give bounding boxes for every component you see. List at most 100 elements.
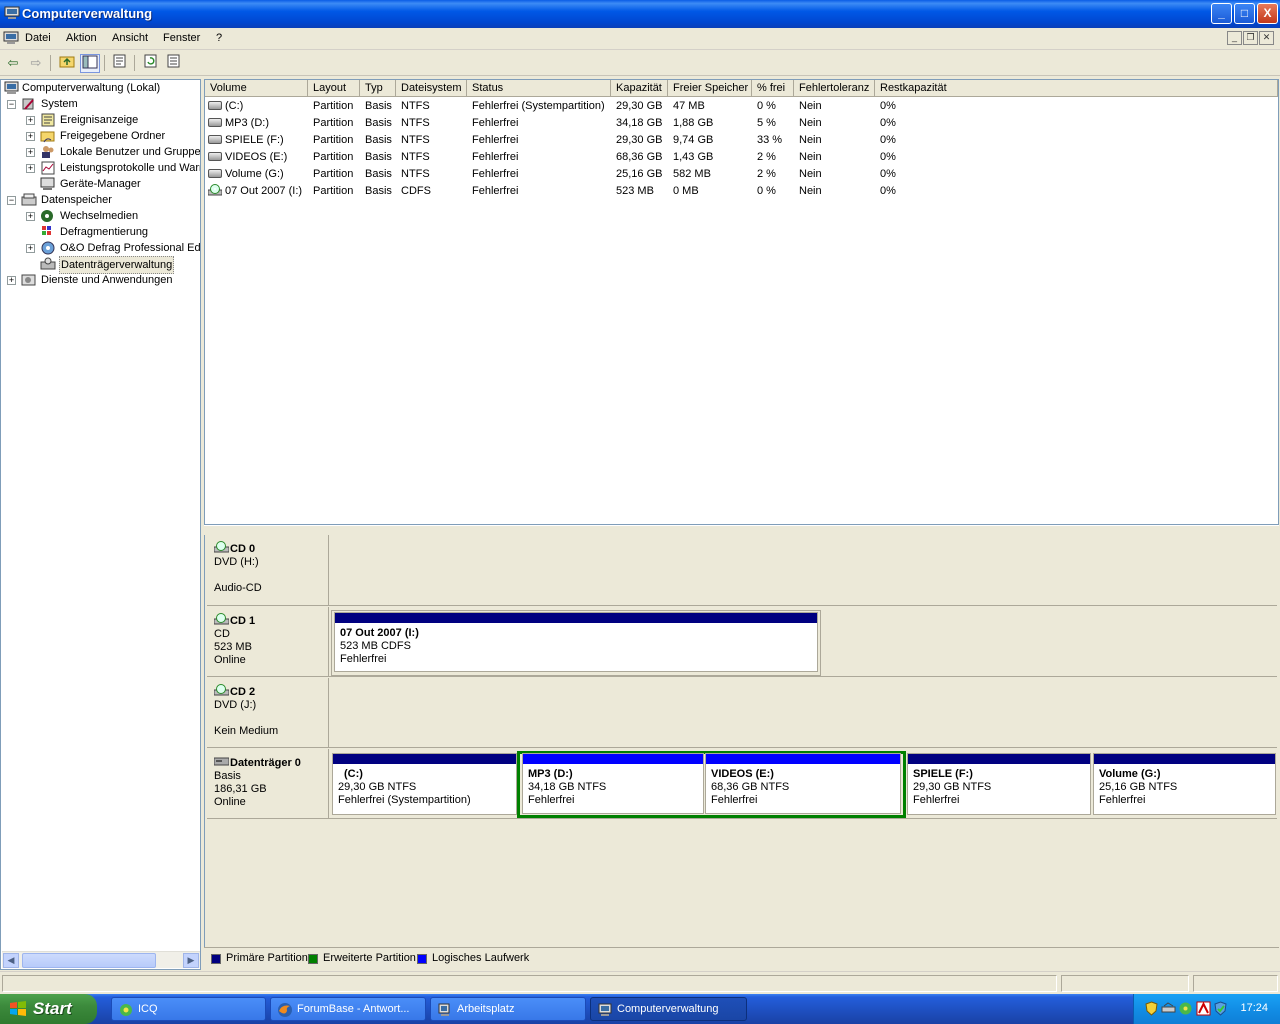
scroll-thumb[interactable] bbox=[22, 953, 156, 968]
disk-info[interactable]: CD 0 DVD (H:) Audio-CD bbox=[207, 535, 329, 605]
cell-capacity: 29,30 GB bbox=[616, 134, 663, 146]
menu-datei[interactable]: Datei bbox=[25, 32, 51, 44]
icq-tray-icon[interactable] bbox=[1178, 1001, 1193, 1016]
network-drive-icon[interactable] bbox=[1161, 1001, 1176, 1016]
taskbar-item-forumbase[interactable]: ForumBase - Antwort... bbox=[270, 997, 426, 1021]
taskbar-label: ICQ bbox=[138, 1003, 158, 1015]
child-close-button[interactable]: ✕ bbox=[1259, 31, 1274, 45]
collapse-icon[interactable]: − bbox=[7, 100, 16, 109]
cell-overhead: 0% bbox=[880, 134, 896, 146]
col-percent-free[interactable]: % frei bbox=[752, 80, 794, 97]
maximize-button[interactable]: □ bbox=[1234, 3, 1255, 24]
col-capacity[interactable]: Kapazität bbox=[611, 80, 668, 97]
toolbar-separator bbox=[104, 55, 105, 71]
menu-fenster[interactable]: Fenster bbox=[163, 32, 200, 44]
cell-filesystem: NTFS bbox=[401, 100, 430, 112]
cell-fault-tolerance: Nein bbox=[799, 151, 822, 163]
expand-icon[interactable]: + bbox=[26, 132, 35, 141]
hard-drive-icon bbox=[208, 135, 222, 144]
volume-d[interactable]: MP3 (D:) 34,18 GB NTFS Fehlerfrei bbox=[522, 753, 704, 814]
expand-icon[interactable]: + bbox=[26, 244, 35, 253]
disk-row-disk0[interactable]: Datenträger 0 Basis 186,31 GB Online (C:… bbox=[207, 749, 1277, 819]
cell-fault-tolerance: Nein bbox=[799, 100, 822, 112]
expand-icon[interactable]: + bbox=[26, 212, 35, 221]
table-row[interactable]: MP3 (D:) Partition Basis NTFS Fehlerfrei… bbox=[205, 115, 1278, 132]
expand-icon[interactable]: + bbox=[26, 164, 35, 173]
child-minimize-button[interactable]: _ bbox=[1227, 31, 1242, 45]
taskbar-item-my-computer[interactable]: Arbeitsplatz bbox=[430, 997, 586, 1021]
show-hide-tree-icon[interactable] bbox=[80, 54, 100, 73]
console-tree[interactable]: Computerverwaltung (Lokal) − System + Er… bbox=[0, 79, 201, 970]
disk-row-cd1[interactable]: CD 1 CD 523 MB Online 07 Out 2007 (I:) 5… bbox=[207, 607, 1277, 677]
tree-horizontal-scrollbar[interactable]: ◀ ▶ bbox=[2, 951, 200, 968]
antivirus-icon[interactable] bbox=[1196, 1001, 1211, 1016]
volume-e[interactable]: VIDEOS (E:) 68,36 GB NTFS Fehlerfrei bbox=[705, 753, 901, 814]
col-layout[interactable]: Layout bbox=[308, 80, 360, 97]
volume-title: 07 Out 2007 (I:) bbox=[340, 627, 419, 639]
volume-f[interactable]: SPIELE (F:) 29,30 GB NTFS Fehlerfrei bbox=[907, 753, 1091, 815]
collapse-icon[interactable]: − bbox=[7, 196, 16, 205]
table-row[interactable]: 07 Out 2007 (I:) Partition Basis CDFS Fe… bbox=[205, 183, 1278, 200]
tree-label: Freigegebene Ordner bbox=[60, 130, 166, 142]
volume-c[interactable]: (C:) 29,30 GB NTFS Fehlerfrei (Systempar… bbox=[332, 753, 517, 815]
clock[interactable]: 17:24 bbox=[1240, 1002, 1268, 1014]
volume-i[interactable]: 07 Out 2007 (I:) 523 MB CDFS Fehlerfrei bbox=[334, 612, 818, 672]
disk-info[interactable]: CD 1 CD 523 MB Online bbox=[207, 607, 329, 676]
scroll-left-icon[interactable]: ◀ bbox=[3, 953, 19, 968]
refresh-icon[interactable] bbox=[141, 54, 161, 73]
volume-title: SPIELE (F:) bbox=[913, 768, 973, 780]
taskbar-label: Computerverwaltung bbox=[617, 1003, 719, 1015]
table-row[interactable]: (C:) Partition Basis NTFS Fehlerfrei (Sy… bbox=[205, 98, 1278, 115]
table-row[interactable]: VIDEOS (E:) Partition Basis NTFS Fehlerf… bbox=[205, 149, 1278, 166]
forward-icon[interactable]: ⇨ bbox=[26, 54, 46, 73]
up-folder-icon[interactable] bbox=[57, 54, 77, 73]
pane-splitter[interactable] bbox=[204, 525, 1279, 535]
menu-ansicht[interactable]: Ansicht bbox=[112, 32, 148, 44]
volume-g[interactable]: Volume (G:) 25,16 GB NTFS Fehlerfrei bbox=[1093, 753, 1276, 815]
volume-title: Volume (G:) bbox=[1099, 768, 1161, 780]
table-row[interactable]: Volume (G:) Partition Basis NTFS Fehlerf… bbox=[205, 166, 1278, 183]
menu-aktion[interactable]: Aktion bbox=[66, 32, 97, 44]
properties-icon[interactable] bbox=[110, 54, 130, 73]
taskbar-item-computer-management[interactable]: Computerverwaltung bbox=[590, 997, 747, 1021]
hard-drive-icon bbox=[208, 101, 222, 110]
hard-drive-icon bbox=[208, 169, 222, 178]
col-free-space[interactable]: Freier Speicher bbox=[668, 80, 752, 97]
disk-size bbox=[214, 569, 328, 582]
col-status[interactable]: Status bbox=[467, 80, 611, 97]
volume-size: 29,30 GB NTFS bbox=[338, 781, 417, 793]
disk-info[interactable]: Datenträger 0 Basis 186,31 GB Online bbox=[207, 749, 329, 818]
disk-info[interactable]: CD 2 DVD (J:) Kein Medium bbox=[207, 678, 329, 747]
col-fault-tolerance[interactable]: Fehlertoleranz bbox=[794, 80, 875, 97]
back-icon[interactable]: ⇦ bbox=[3, 54, 23, 73]
table-row[interactable]: SPIELE (F:) Partition Basis NTFS Fehlerf… bbox=[205, 132, 1278, 149]
export-list-icon[interactable] bbox=[164, 54, 184, 73]
disk-row-cd0[interactable]: CD 0 DVD (H:) Audio-CD bbox=[207, 535, 1277, 606]
update-icon[interactable] bbox=[1213, 1001, 1228, 1016]
minimize-button[interactable]: _ bbox=[1211, 3, 1232, 24]
title-bar[interactable]: Computerverwaltung _ □ X bbox=[0, 0, 1280, 28]
volume-list[interactable]: Volume Layout Typ Dateisystem Status Kap… bbox=[204, 79, 1279, 525]
tree-label: Dienste und Anwendungen bbox=[41, 274, 173, 286]
cell-percent-free: 2 % bbox=[757, 151, 776, 163]
taskbar-item-icq[interactable]: ICQ bbox=[111, 997, 266, 1021]
col-type[interactable]: Typ bbox=[360, 80, 396, 97]
menu-help[interactable]: ? bbox=[216, 32, 222, 44]
security-shield-icon[interactable] bbox=[1144, 1001, 1159, 1016]
cell-percent-free: 2 % bbox=[757, 168, 776, 180]
col-volume[interactable]: Volume bbox=[205, 80, 308, 97]
col-overhead[interactable]: Restkapazität bbox=[875, 80, 1278, 97]
console-icon[interactable] bbox=[3, 31, 19, 45]
expand-icon[interactable]: + bbox=[26, 148, 35, 157]
expand-icon[interactable]: + bbox=[26, 116, 35, 125]
col-filesystem[interactable]: Dateisystem bbox=[396, 80, 467, 97]
child-restore-button[interactable]: ❐ bbox=[1243, 31, 1258, 45]
scroll-right-icon[interactable]: ▶ bbox=[183, 953, 199, 968]
expand-icon[interactable]: + bbox=[7, 276, 16, 285]
volume-status: Fehlerfrei (Systempartition) bbox=[338, 794, 471, 806]
close-button[interactable]: X bbox=[1257, 3, 1278, 24]
cell-volume: (C:) bbox=[225, 100, 244, 112]
start-button[interactable]: Start bbox=[0, 994, 97, 1024]
volume-status: Fehlerfrei bbox=[528, 794, 575, 806]
disk-row-cd2[interactable]: CD 2 DVD (J:) Kein Medium bbox=[207, 678, 1277, 748]
